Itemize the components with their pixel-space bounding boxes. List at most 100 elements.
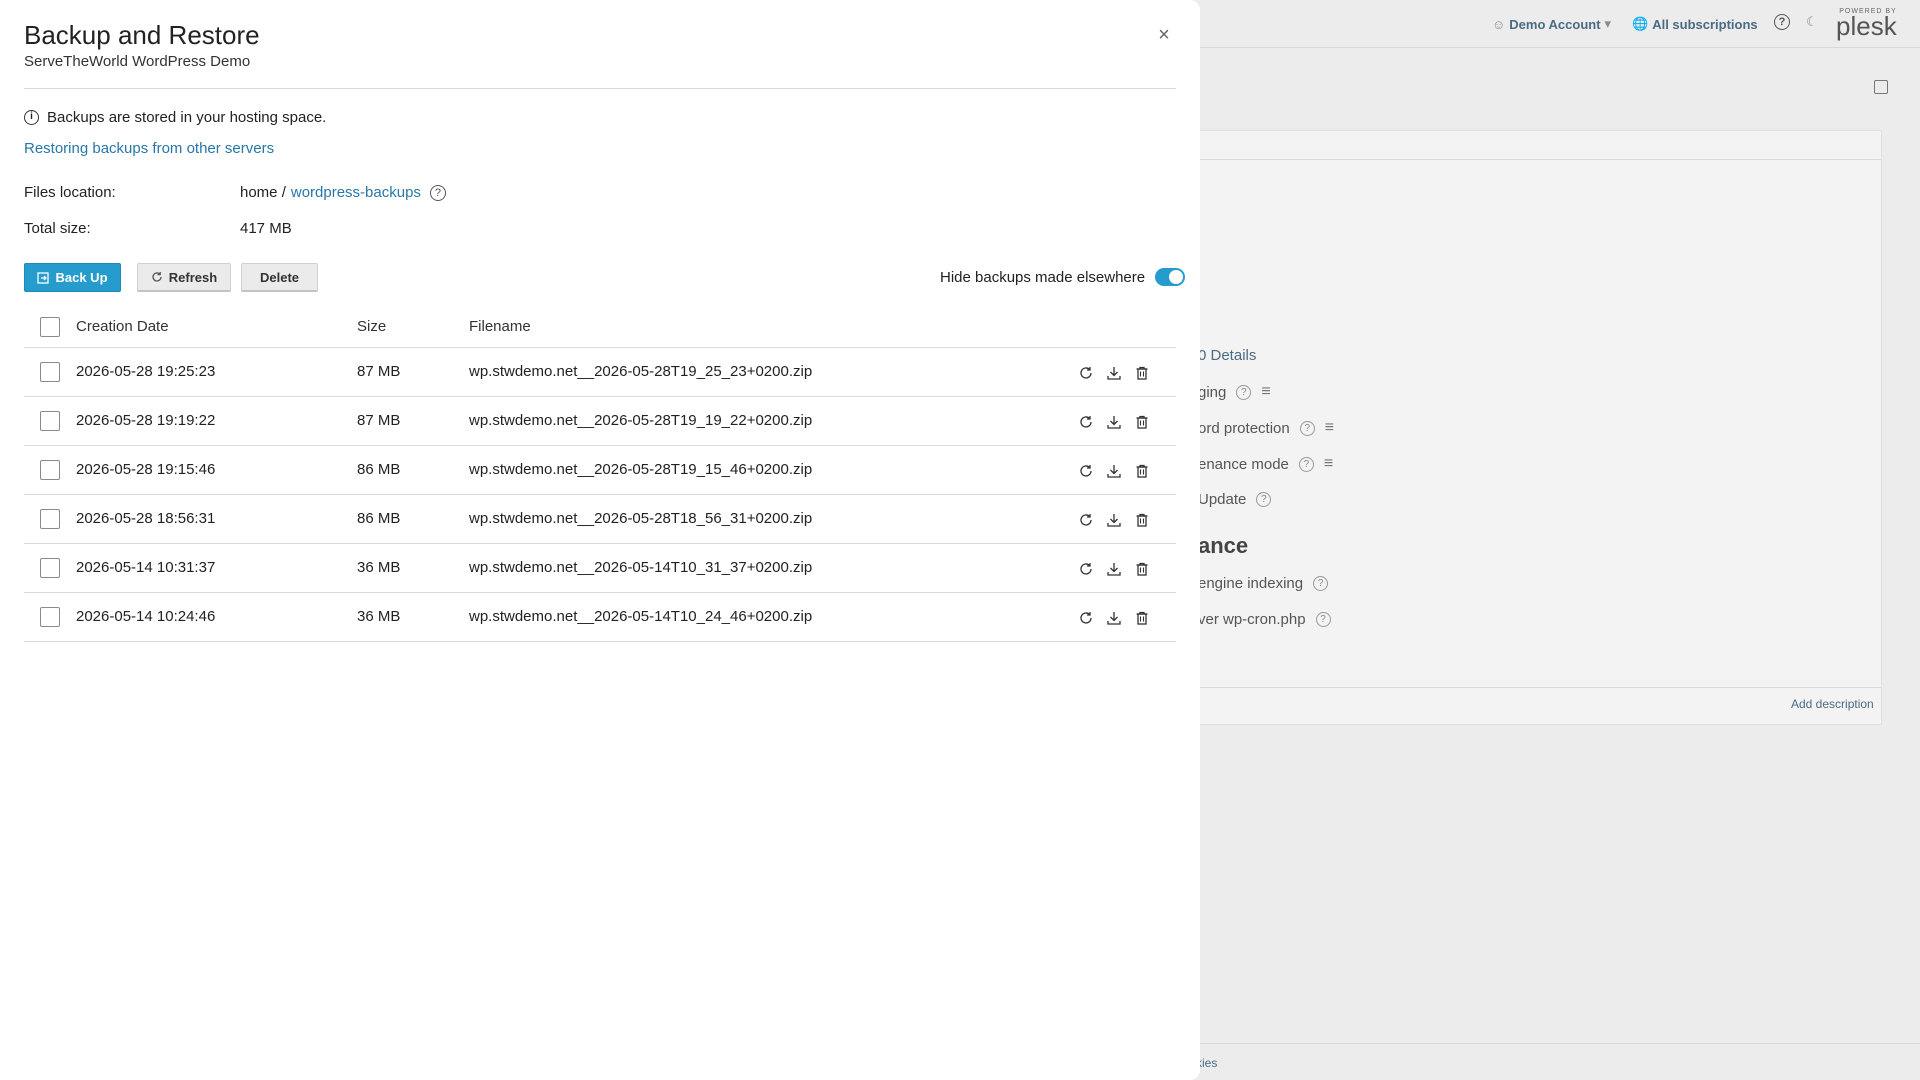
row-checkbox[interactable] — [40, 509, 60, 529]
trash-icon[interactable] — [1134, 561, 1150, 577]
restore-icon[interactable] — [1078, 414, 1094, 430]
account-menu[interactable]: ☺ Demo Account ▾ — [1492, 16, 1611, 32]
plesk-logo: POWERED BY plesk — [1836, 8, 1897, 41]
table-row: 2026-05-14 10:24:46 36 MB wp.stwdemo.net… — [24, 593, 1176, 642]
row-checkbox[interactable] — [40, 607, 60, 627]
column-header-date[interactable]: Creation Date — [76, 318, 169, 335]
bg-row-wp-cron: ver wp-cron.php ? — [1198, 611, 1331, 628]
row-size: 87 MB — [357, 363, 401, 380]
bg-row-label: ver wp-cron.php — [1198, 611, 1306, 628]
logo-text: plesk — [1836, 11, 1897, 41]
row-size: 36 MB — [357, 559, 401, 576]
bg-row-debugging: ging ? ≡ — [1198, 383, 1271, 401]
download-icon[interactable] — [1106, 463, 1122, 479]
chevron-down-icon: ▾ — [1604, 16, 1612, 31]
user-icon: ☺ — [1492, 16, 1506, 32]
total-size-label: Total size: — [24, 220, 91, 237]
dialog-title: Backup and Restore — [24, 20, 260, 50]
account-label: Demo Account — [1509, 16, 1601, 32]
column-header-filename[interactable]: Filename — [469, 318, 531, 335]
table-row: 2026-05-28 19:15:46 86 MB wp.stwdemo.net… — [24, 446, 1176, 495]
row-creation-date: 2026-05-28 19:15:46 — [76, 461, 216, 478]
settings-sliders-icon[interactable]: ≡ — [1325, 419, 1334, 437]
hide-backups-toggle[interactable] — [1155, 268, 1186, 286]
row-checkbox[interactable] — [40, 411, 60, 431]
trash-icon[interactable] — [1134, 414, 1150, 430]
row-filename: wp.stwdemo.net__2026-05-28T19_25_23+0200… — [469, 363, 813, 380]
close-icon[interactable]: × — [1153, 24, 1175, 46]
row-filename: wp.stwdemo.net__2026-05-14T10_31_37+0200… — [469, 559, 813, 576]
refresh-button[interactable]: Refresh — [137, 263, 231, 292]
table-row: 2026-05-28 19:25:23 87 MB wp.stwdemo.net… — [24, 348, 1176, 397]
hide-backups-label: Hide backups made elsewhere — [940, 268, 1146, 286]
files-location-folder-link[interactable]: wordpress-backups — [291, 184, 421, 201]
restoring-backups-link[interactable]: Restoring backups from other servers — [24, 140, 274, 157]
restore-icon[interactable] — [1078, 610, 1094, 626]
help-icon[interactable]: ? — [1256, 492, 1272, 507]
trash-icon[interactable] — [1134, 610, 1150, 626]
row-checkbox[interactable] — [40, 362, 60, 382]
restore-icon[interactable] — [1078, 463, 1094, 479]
backup-restore-dialog: Backup and Restore ServeTheWorld WordPre… — [0, 0, 1200, 1080]
row-actions — [1078, 512, 1150, 528]
refresh-label: Refresh — [168, 269, 218, 285]
select-all-checkbox[interactable] — [40, 317, 60, 337]
help-icon[interactable]: ? — [429, 184, 446, 201]
add-description-link[interactable]: Add description — [1791, 697, 1874, 711]
download-icon[interactable] — [1106, 414, 1122, 430]
bg-heading-text: ance — [1198, 533, 1249, 558]
dialog-subtitle: ServeTheWorld WordPress Demo — [24, 53, 251, 70]
trash-icon[interactable] — [1134, 512, 1150, 528]
row-checkbox[interactable] — [40, 460, 60, 480]
table-row: 2026-05-14 10:31:37 36 MB wp.stwdemo.net… — [24, 544, 1176, 593]
trash-icon[interactable] — [1134, 365, 1150, 381]
bg-row-label: ord protection — [1198, 419, 1290, 437]
bg-row-label: enance mode — [1198, 455, 1289, 473]
card-divider — [1191, 159, 1881, 160]
bg-section-heading: ance — [1198, 533, 1248, 559]
help-icon[interactable]: ? — [1298, 456, 1314, 472]
row-actions — [1078, 463, 1150, 479]
bg-details-link[interactable]: 0 Details — [1198, 347, 1256, 364]
bg-row-search-indexing: engine indexing ? — [1198, 575, 1329, 592]
settings-sliders-icon[interactable]: ≡ — [1261, 383, 1270, 401]
back-up-button[interactable]: Back Up — [24, 263, 121, 292]
row-creation-date: 2026-05-28 19:19:22 — [76, 412, 216, 429]
collapse-panel-icon[interactable] — [1874, 80, 1888, 94]
subscriptions-menu[interactable]: 🌐 All subscriptions — [1632, 16, 1758, 32]
download-icon[interactable] — [1106, 610, 1122, 626]
row-size: 86 MB — [357, 510, 401, 527]
row-creation-date: 2026-05-14 10:31:37 — [76, 559, 216, 576]
backup-icon — [37, 271, 50, 284]
bg-row-label: ging — [1198, 383, 1227, 401]
column-header-size[interactable]: Size — [357, 318, 386, 335]
help-menu[interactable]: ? — [1770, 14, 1790, 30]
trash-icon[interactable] — [1134, 463, 1150, 479]
help-icon[interactable]: ? — [1313, 576, 1329, 591]
download-icon[interactable] — [1106, 561, 1122, 577]
restore-icon[interactable] — [1078, 561, 1094, 577]
total-size-value: 417 MB — [240, 220, 292, 237]
delete-button[interactable]: Delete — [241, 263, 318, 292]
help-icon[interactable]: ? — [1315, 612, 1331, 627]
help-icon[interactable]: ? — [1299, 420, 1315, 436]
download-icon[interactable] — [1106, 365, 1122, 381]
restore-icon[interactable] — [1078, 512, 1094, 528]
row-filename: wp.stwdemo.net__2026-05-14T10_24_46+0200… — [469, 608, 813, 625]
storage-info-text: Backups are stored in your hosting space… — [47, 109, 327, 126]
bg-row-update: Update ? — [1198, 491, 1272, 508]
download-icon[interactable] — [1106, 512, 1122, 528]
background-card: 0 Details ging ? ≡ ord protection ? ≡ en… — [1190, 130, 1882, 725]
restore-icon[interactable] — [1078, 365, 1094, 381]
settings-sliders-icon[interactable]: ≡ — [1324, 455, 1333, 473]
header-divider — [24, 88, 1176, 89]
row-size: 36 MB — [357, 608, 401, 625]
bg-row-maintenance-mode: enance mode ? ≡ — [1198, 455, 1333, 473]
row-creation-date: 2026-05-28 18:56:31 — [76, 510, 216, 527]
add-description-text: Add description — [1791, 697, 1874, 711]
details-link-text: 0 Details — [1198, 347, 1257, 364]
storage-info: i Backups are stored in your hosting spa… — [24, 109, 326, 126]
row-checkbox[interactable] — [40, 558, 60, 578]
help-icon[interactable]: ? — [1236, 384, 1252, 400]
row-filename: wp.stwdemo.net__2026-05-28T19_19_22+0200… — [469, 412, 813, 429]
